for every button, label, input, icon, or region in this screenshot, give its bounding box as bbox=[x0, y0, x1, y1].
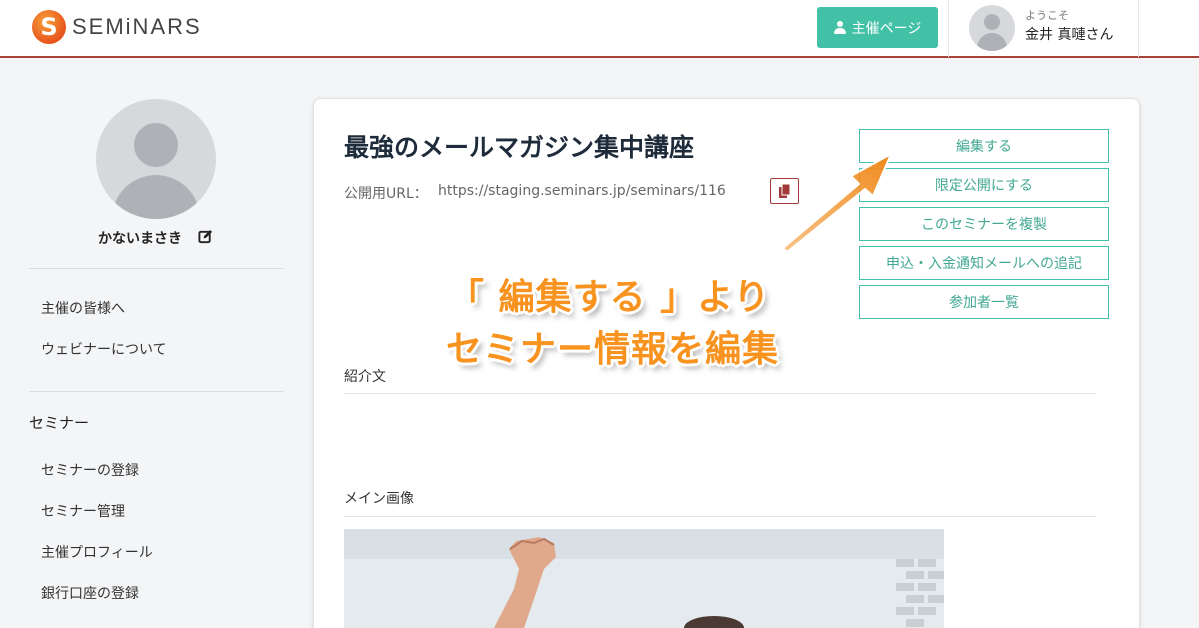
annotation-line-2: セミナー情報を編集 bbox=[446, 329, 780, 370]
profile-avatar bbox=[96, 99, 216, 219]
host-page-button-label: 主催ページ bbox=[851, 20, 922, 37]
sidebar-item-host-profile[interactable]: 主催プロフィール bbox=[41, 542, 153, 562]
annotation-line-1: 「 編集する 」より bbox=[448, 277, 771, 318]
public-url-value: https://staging.seminars.jp/seminars/116 bbox=[438, 183, 726, 199]
annotation-arrow-icon bbox=[782, 153, 892, 253]
main-image-label: メイン画像 bbox=[344, 491, 414, 507]
sidebar-section-heading: セミナー bbox=[29, 414, 90, 432]
main-image bbox=[344, 529, 944, 628]
user-icon bbox=[833, 21, 846, 34]
intro-label: 紹介文 bbox=[344, 369, 386, 385]
host-page-button[interactable]: 主催ページ bbox=[817, 7, 938, 48]
user-menu[interactable]: ようこそ 金井 真嗹さん bbox=[948, 0, 1139, 57]
public-url-label: 公開用URL： bbox=[344, 186, 428, 202]
logo-text: SEMiNARS bbox=[72, 14, 202, 39]
top-header: S SEMiNARS 主催ページ ようこそ 金井 真嗹さん bbox=[0, 0, 1199, 58]
sidebar-item-bank-account[interactable]: 銀行口座の登録 bbox=[41, 583, 139, 603]
sidebar-divider bbox=[29, 268, 284, 269]
section-divider bbox=[344, 393, 1096, 394]
sidebar-divider bbox=[29, 391, 284, 392]
sidebar-item-for-hosts[interactable]: 主催の皆様へ bbox=[41, 298, 125, 318]
seminar-title: 最強のメールマガジン集中講座 bbox=[344, 133, 695, 162]
sidebar-item-about-webinar[interactable]: ウェビナーについて bbox=[41, 339, 167, 359]
user-name: 金井 真嗹さん bbox=[1025, 27, 1114, 43]
header-avatar bbox=[969, 5, 1015, 51]
logo-mark: S bbox=[32, 10, 66, 44]
profile-name: かないまさき bbox=[98, 231, 182, 247]
main-image-photo bbox=[344, 529, 944, 628]
edit-icon[interactable] bbox=[198, 229, 213, 244]
welcome-text: ようこそ bbox=[1025, 9, 1069, 22]
seminars-logo[interactable]: S SEMiNARS bbox=[32, 10, 202, 44]
participant-list-button[interactable]: 参加者一覧 bbox=[859, 285, 1109, 319]
sidebar-item-seminar-management[interactable]: セミナー管理 bbox=[41, 501, 125, 521]
sidebar-item-register-seminar[interactable]: セミナーの登録 bbox=[41, 460, 139, 480]
section-divider bbox=[344, 516, 1096, 517]
